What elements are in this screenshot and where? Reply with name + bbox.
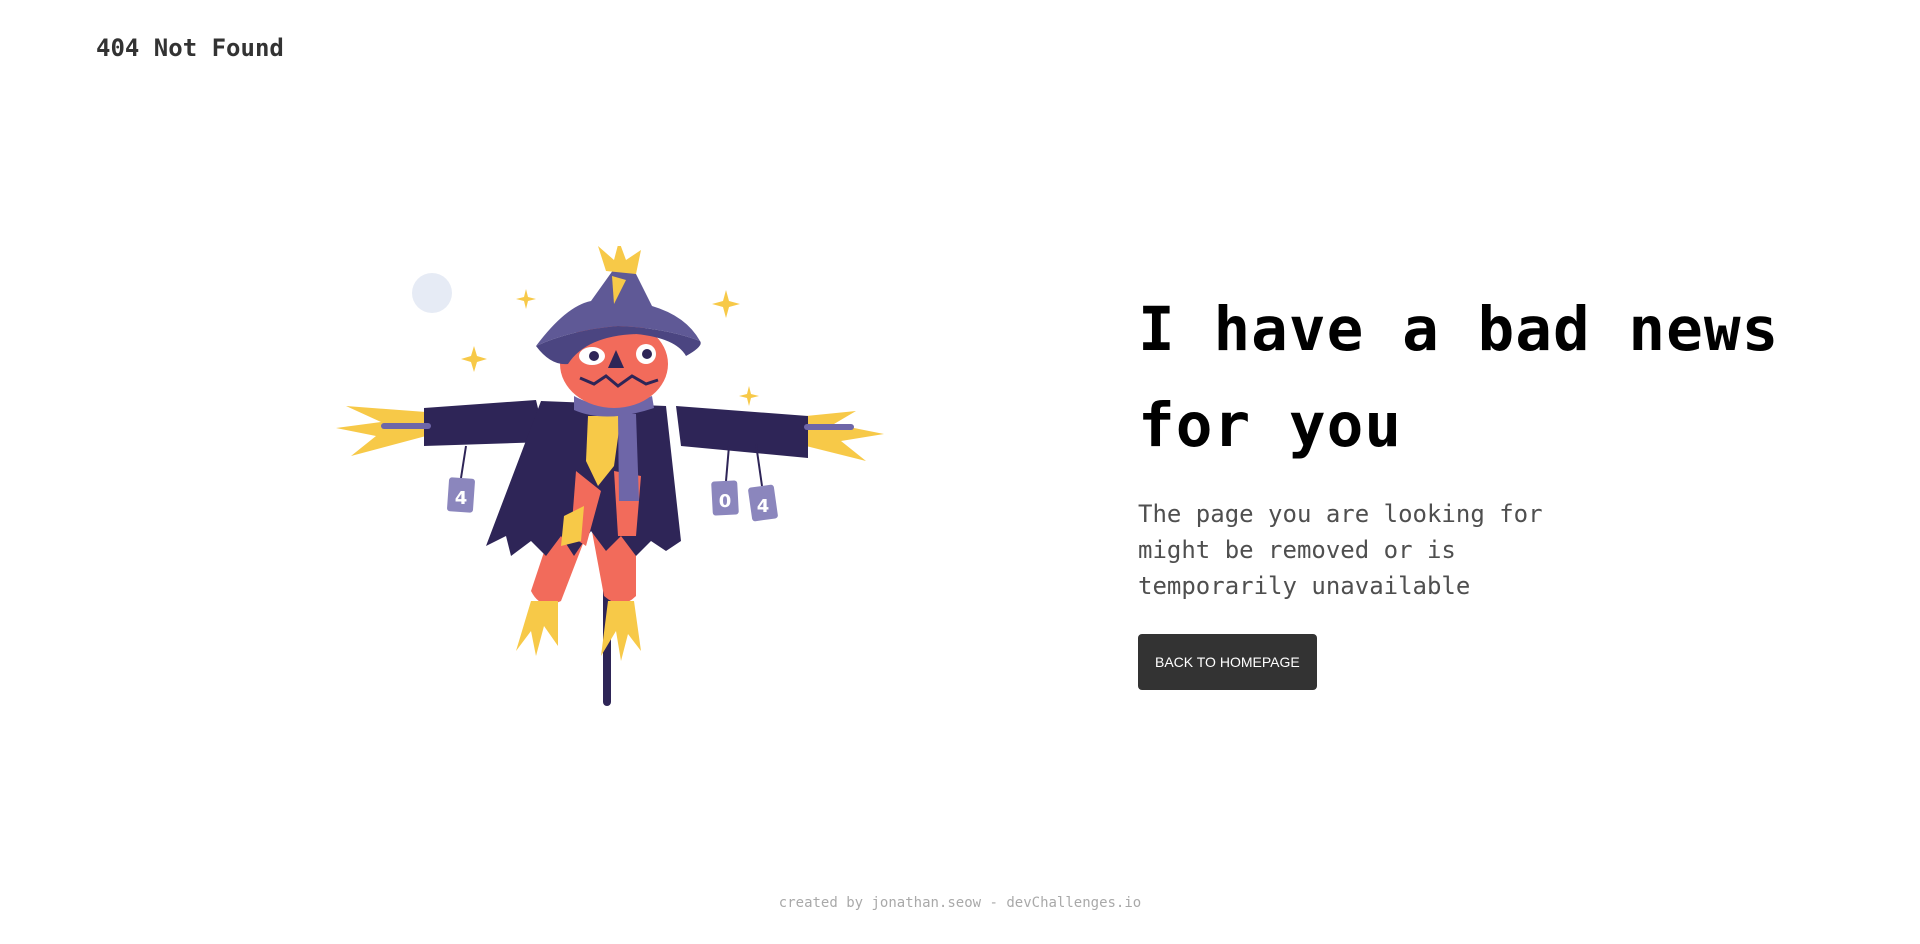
- sparkle-icon: [712, 290, 740, 318]
- error-content: I have a bad news for you The page you a…: [1138, 282, 1838, 690]
- headline-line: I have a bad news: [1138, 294, 1780, 365]
- message-line: temporarily unavailable: [1138, 572, 1471, 600]
- headline-line: for you: [1138, 390, 1403, 461]
- svg-text:4: 4: [455, 488, 468, 509]
- sparkle-icon: [516, 289, 536, 309]
- message-line: The page you are looking for: [1138, 500, 1543, 528]
- page-logo-title: 404 Not Found: [96, 34, 284, 62]
- sparkle-icon: [739, 386, 759, 406]
- footer-credit: created by jonathan.seow - devChallenges…: [778, 895, 1142, 911]
- sparkle-icon: [461, 346, 487, 372]
- back-to-homepage-button[interactable]: BACK TO HOMEPAGE: [1138, 634, 1317, 690]
- moon-icon: [412, 273, 452, 313]
- scarecrow-illustration: 4 0 4: [336, 246, 896, 716]
- svg-text:0: 0: [719, 491, 732, 512]
- headline: I have a bad news for you: [1138, 282, 1838, 474]
- svg-text:4: 4: [757, 496, 770, 517]
- message-line: might be removed or is: [1138, 536, 1456, 564]
- error-message: The page you are looking for might be re…: [1138, 496, 1598, 604]
